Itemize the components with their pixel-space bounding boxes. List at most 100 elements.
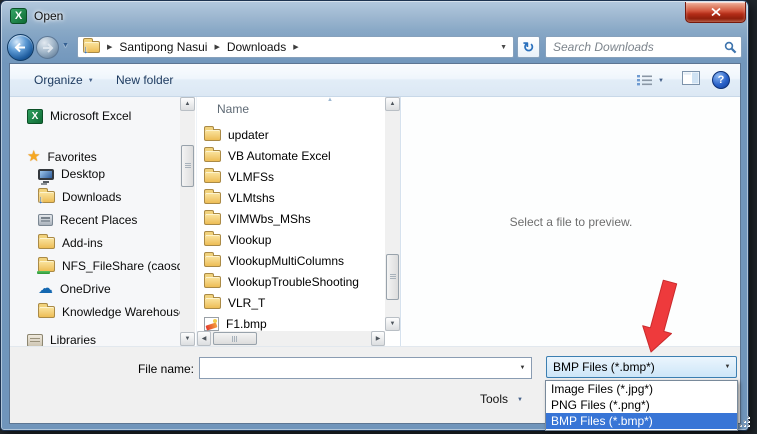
network-share-folder-icon [37,257,55,274]
sidebar-item-add-ins[interactable]: Add-ins [10,233,180,253]
address-dropdown-icon[interactable] [500,44,507,51]
open-dialog-window: Open Santipong Nasui Downloads [0,0,749,431]
tools-button[interactable]: Tools [480,389,523,409]
search-input[interactable] [546,38,719,56]
command-toolbar: Organize New folder [10,64,740,97]
folder-icon [204,125,221,141]
list-view-icon [637,75,653,86]
onedrive-cloud-icon [38,283,53,295]
scroll-right-icon[interactable] [371,331,385,346]
breadcrumb-item-user[interactable]: Santipong Nasui [119,40,207,54]
file-list: Name updater VB Automate Excel VLMFSs [196,97,401,346]
preview-pane-icon [682,70,700,85]
scrollbar-thumb[interactable] [213,332,257,345]
window-title: Open [34,9,64,23]
resize-grip[interactable] [737,414,749,426]
column-header-name[interactable]: Name [197,97,400,119]
bmp-image-icon [204,316,219,331]
back-arrow-icon [14,42,25,53]
file-row[interactable]: VLMFSs [197,166,384,187]
scroll-up-icon[interactable] [180,97,195,111]
file-name-combo[interactable] [199,357,532,379]
chevron-down-icon [517,397,523,403]
sidebar-item-knowledge-warehouse[interactable]: Knowledge Warehouse [10,302,180,322]
file-type-selected-value: BMP Files (*.bmp*) [553,360,655,374]
back-button[interactable] [7,34,34,61]
folder-icon [38,234,55,249]
folder-icon [204,293,221,309]
excel-app-icon [10,8,27,24]
browser-content: Microsoft Excel Favorites Desktop Downlo… [10,97,740,346]
file-type-dropdown-list: Image Files (*.jpg*) PNG Files (*.png*) … [545,380,738,431]
chevron-down-icon [88,78,94,84]
folder-icon [204,209,221,225]
file-type-option-bmp[interactable]: BMP Files (*.bmp*) [546,413,737,429]
recent-pages-chevron-icon[interactable] [62,42,69,49]
forward-button[interactable] [36,36,59,59]
folder-icon [204,272,221,288]
search-icon[interactable] [719,41,741,54]
folder-icon [204,167,221,183]
sidebar-item-downloads[interactable]: Downloads [10,187,180,207]
file-type-dropdown-icon[interactable] [719,364,736,370]
dialog-client-area: Organize New folder [9,63,741,424]
folder-icon [204,188,221,204]
breadcrumb[interactable]: Santipong Nasui Downloads [77,36,514,58]
folder-icon [38,303,55,318]
folder-icon [204,251,221,267]
views-button[interactable] [631,64,670,96]
folder-icon [204,146,221,162]
help-button[interactable] [712,71,730,89]
scroll-up-icon[interactable] [385,97,400,111]
scroll-down-icon[interactable] [180,332,195,346]
file-row[interactable]: VLR_T [197,292,384,313]
scrollbar-thumb[interactable] [181,145,194,187]
file-row[interactable]: VLMtshs [197,187,384,208]
file-name-dropdown-icon[interactable] [514,358,531,378]
file-name-label: File name: [137,362,194,376]
chevron-down-icon [658,78,664,84]
breadcrumb-separator-icon [293,43,298,51]
sidebar-item-recent-places[interactable]: Recent Places [10,210,180,230]
forward-arrow-icon [42,42,53,53]
refresh-button[interactable] [517,36,540,58]
file-type-option-image[interactable]: Image Files (*.jpg*) [546,381,737,397]
file-type-combo[interactable]: BMP Files (*.bmp*) [546,356,737,378]
sidebar-item-onedrive[interactable]: OneDrive [10,279,180,299]
file-type-option-png[interactable]: PNG Files (*.png*) [546,397,737,413]
preview-pane: Select a file to preview. [402,97,740,346]
file-list-vertical-scrollbar[interactable] [385,97,400,331]
excel-icon [27,108,43,124]
sidebar-item-microsoft-excel[interactable]: Microsoft Excel [10,106,180,126]
file-row[interactable]: VIMWbs_MShs [197,208,384,229]
close-icon [710,7,721,17]
sidebar-item-nfs-fileshare[interactable]: NFS_FileShare (caosdfs [10,256,180,276]
scroll-left-icon[interactable] [197,331,211,346]
file-name-input[interactable] [200,358,514,378]
preview-pane-button[interactable] [682,70,700,90]
new-folder-button[interactable]: New folder [110,64,179,96]
breadcrumb-item-downloads[interactable]: Downloads [227,40,286,54]
scroll-down-icon[interactable] [385,317,400,331]
file-row[interactable]: updater [197,124,384,145]
file-row[interactable]: VlookupMultiColumns [197,250,384,271]
sidebar-group-libraries[interactable]: Libraries [10,330,180,346]
navigation-pane: Microsoft Excel Favorites Desktop Downlo… [10,97,180,346]
file-list-horizontal-scrollbar[interactable] [197,331,385,346]
file-row[interactable]: VlookupTroubleShooting [197,271,384,292]
close-button[interactable] [685,2,746,23]
organize-button[interactable]: Organize [28,64,100,96]
sidebar-scrollbar[interactable] [180,97,195,346]
libraries-icon [27,333,43,346]
tools-label: Tools [480,392,509,406]
file-row[interactable]: VB Automate Excel [197,145,384,166]
search-box[interactable] [545,36,742,58]
sidebar-item-desktop[interactable]: Desktop [10,164,180,184]
desktop-icon [38,168,54,183]
preview-message: Select a file to preview. [509,214,633,229]
screen: Open Santipong Nasui Downloads [0,0,757,434]
scrollbar-thumb[interactable] [386,254,399,300]
downloads-folder-icon [83,38,100,56]
downloads-folder-icon [38,188,55,206]
file-row[interactable]: Vlookup [197,229,384,250]
